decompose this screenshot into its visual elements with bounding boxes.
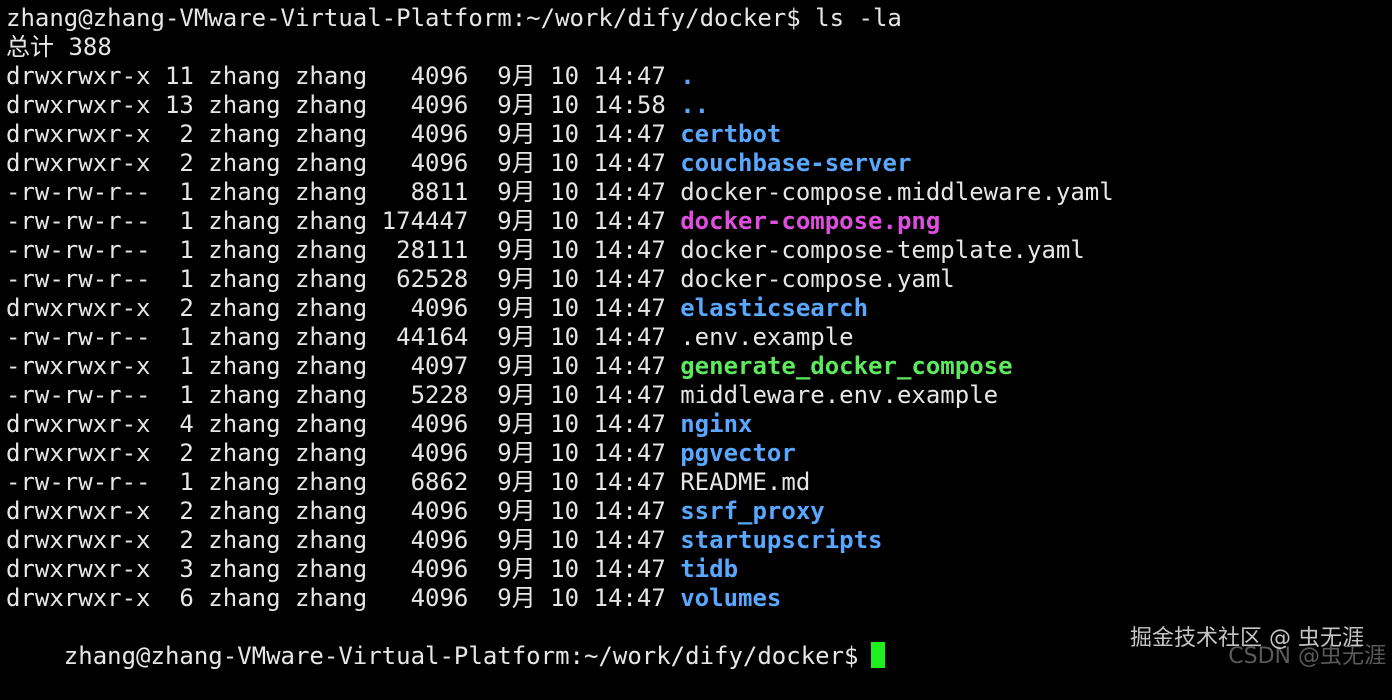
terminal-cursor xyxy=(870,642,885,668)
entry-meta: -rw-rw-r-- 1 zhang zhang 5228 9月 10 14:4… xyxy=(6,381,681,409)
listing-entries: drwxrwxr-x 11 zhang zhang 4096 9月 10 14:… xyxy=(6,62,1392,613)
entry-name: .. xyxy=(680,91,710,119)
entry-name: pgvector xyxy=(680,439,796,467)
entry-meta: drwxrwxr-x 6 zhang zhang 4096 9月 10 14:4… xyxy=(6,584,681,612)
terminal-output[interactable]: zhang@zhang-VMware-Virtual-Platform:~/wo… xyxy=(6,4,1392,670)
total-line: 总计 388 xyxy=(6,33,112,61)
entry-name: docker-compose-template.yaml xyxy=(680,236,1085,264)
entry-meta: drwxrwxr-x 13 zhang zhang 4096 9月 10 14:… xyxy=(6,91,681,119)
listing-row: drwxrwxr-x 2 zhang zhang 4096 9月 10 14:4… xyxy=(6,120,1392,149)
entry-name: nginx xyxy=(680,410,753,438)
entry-name: generate_docker_compose xyxy=(680,352,1013,380)
entry-meta: -rwxrwxr-x 1 zhang zhang 4097 9月 10 14:4… xyxy=(6,352,681,380)
entry-name: docker-compose.png xyxy=(680,207,941,235)
listing-row: -rw-rw-r-- 1 zhang zhang 5228 9月 10 14:4… xyxy=(6,381,1392,410)
listing-row: drwxrwxr-x 2 zhang zhang 4096 9月 10 14:4… xyxy=(6,149,1392,178)
entry-meta: drwxrwxr-x 11 zhang zhang 4096 9月 10 14:… xyxy=(6,62,681,90)
listing-row: -rwxrwxr-x 1 zhang zhang 4097 9月 10 14:4… xyxy=(6,352,1392,381)
listing-row: -rw-rw-r-- 1 zhang zhang 44164 9月 10 14:… xyxy=(6,323,1392,352)
entry-meta: -rw-rw-r-- 1 zhang zhang 62528 9月 10 14:… xyxy=(6,265,681,293)
listing-row: -rw-rw-r-- 1 zhang zhang 62528 9月 10 14:… xyxy=(6,265,1392,294)
juejin-watermark: 掘金技术社区 @ 虫无涯 xyxy=(1130,626,1364,651)
listing-row: drwxrwxr-x 13 zhang zhang 4096 9月 10 14:… xyxy=(6,91,1392,120)
entry-name: .env.example xyxy=(680,323,854,351)
entry-meta: drwxrwxr-x 2 zhang zhang 4096 9月 10 14:4… xyxy=(6,497,681,525)
entry-meta: -rw-rw-r-- 1 zhang zhang 6862 9月 10 14:4… xyxy=(6,468,681,496)
entry-meta: drwxrwxr-x 2 zhang zhang 4096 9月 10 14:4… xyxy=(6,294,681,322)
listing-row: -rw-rw-r-- 1 zhang zhang 8811 9月 10 14:4… xyxy=(6,178,1392,207)
entry-name: middleware.env.example xyxy=(680,381,999,409)
listing-row: -rw-rw-r-- 1 zhang zhang 174447 9月 10 14… xyxy=(6,207,1392,236)
entry-meta: drwxrwxr-x 2 zhang zhang 4096 9月 10 14:4… xyxy=(6,120,681,148)
listing-row: drwxrwxr-x 3 zhang zhang 4096 9月 10 14:4… xyxy=(6,555,1392,584)
entry-meta: drwxrwxr-x 2 zhang zhang 4096 9月 10 14:4… xyxy=(6,439,681,467)
entry-name: certbot xyxy=(680,120,782,148)
entry-name: ssrf_proxy xyxy=(680,497,825,525)
entry-name: elasticsearch xyxy=(680,294,869,322)
listing-row: drwxrwxr-x 2 zhang zhang 4096 9月 10 14:4… xyxy=(6,294,1392,323)
entry-name: volumes xyxy=(680,584,782,612)
listing-row: drwxrwxr-x 11 zhang zhang 4096 9月 10 14:… xyxy=(6,62,1392,91)
entry-name: docker-compose.yaml xyxy=(680,265,955,293)
entry-meta: -rw-rw-r-- 1 zhang zhang 28111 9月 10 14:… xyxy=(6,236,681,264)
entry-meta: drwxrwxr-x 4 zhang zhang 4096 9月 10 14:4… xyxy=(6,410,681,438)
listing-row: drwxrwxr-x 2 zhang zhang 4096 9月 10 14:4… xyxy=(6,497,1392,526)
entry-meta: drwxrwxr-x 2 zhang zhang 4096 9月 10 14:4… xyxy=(6,149,681,177)
entry-name: README.md xyxy=(680,468,811,496)
entry-name: couchbase-server xyxy=(680,149,912,177)
listing-row: -rw-rw-r-- 1 zhang zhang 28111 9月 10 14:… xyxy=(6,236,1392,265)
entry-name: docker-compose.middleware.yaml xyxy=(680,178,1114,206)
entry-name: startupscripts xyxy=(680,526,883,554)
command-line: zhang@zhang-VMware-Virtual-Platform:~/wo… xyxy=(6,4,902,32)
entry-meta: -rw-rw-r-- 1 zhang zhang 8811 9月 10 14:4… xyxy=(6,178,681,206)
entry-name: . xyxy=(680,62,695,90)
listing-row: drwxrwxr-x 2 zhang zhang 4096 9月 10 14:4… xyxy=(6,439,1392,468)
entry-meta: -rw-rw-r-- 1 zhang zhang 174447 9月 10 14… xyxy=(6,207,681,235)
listing-row: drwxrwxr-x 4 zhang zhang 4096 9月 10 14:4… xyxy=(6,410,1392,439)
listing-row: drwxrwxr-x 6 zhang zhang 4096 9月 10 14:4… xyxy=(6,584,1392,613)
listing-row: drwxrwxr-x 2 zhang zhang 4096 9月 10 14:4… xyxy=(6,526,1392,555)
entry-meta: -rw-rw-r-- 1 zhang zhang 44164 9月 10 14:… xyxy=(6,323,681,351)
entry-name: tidb xyxy=(680,555,739,583)
listing-row: -rw-rw-r-- 1 zhang zhang 6862 9月 10 14:4… xyxy=(6,468,1392,497)
entry-meta: drwxrwxr-x 2 zhang zhang 4096 9月 10 14:4… xyxy=(6,526,681,554)
entry-meta: drwxrwxr-x 3 zhang zhang 4096 9月 10 14:4… xyxy=(6,555,681,583)
